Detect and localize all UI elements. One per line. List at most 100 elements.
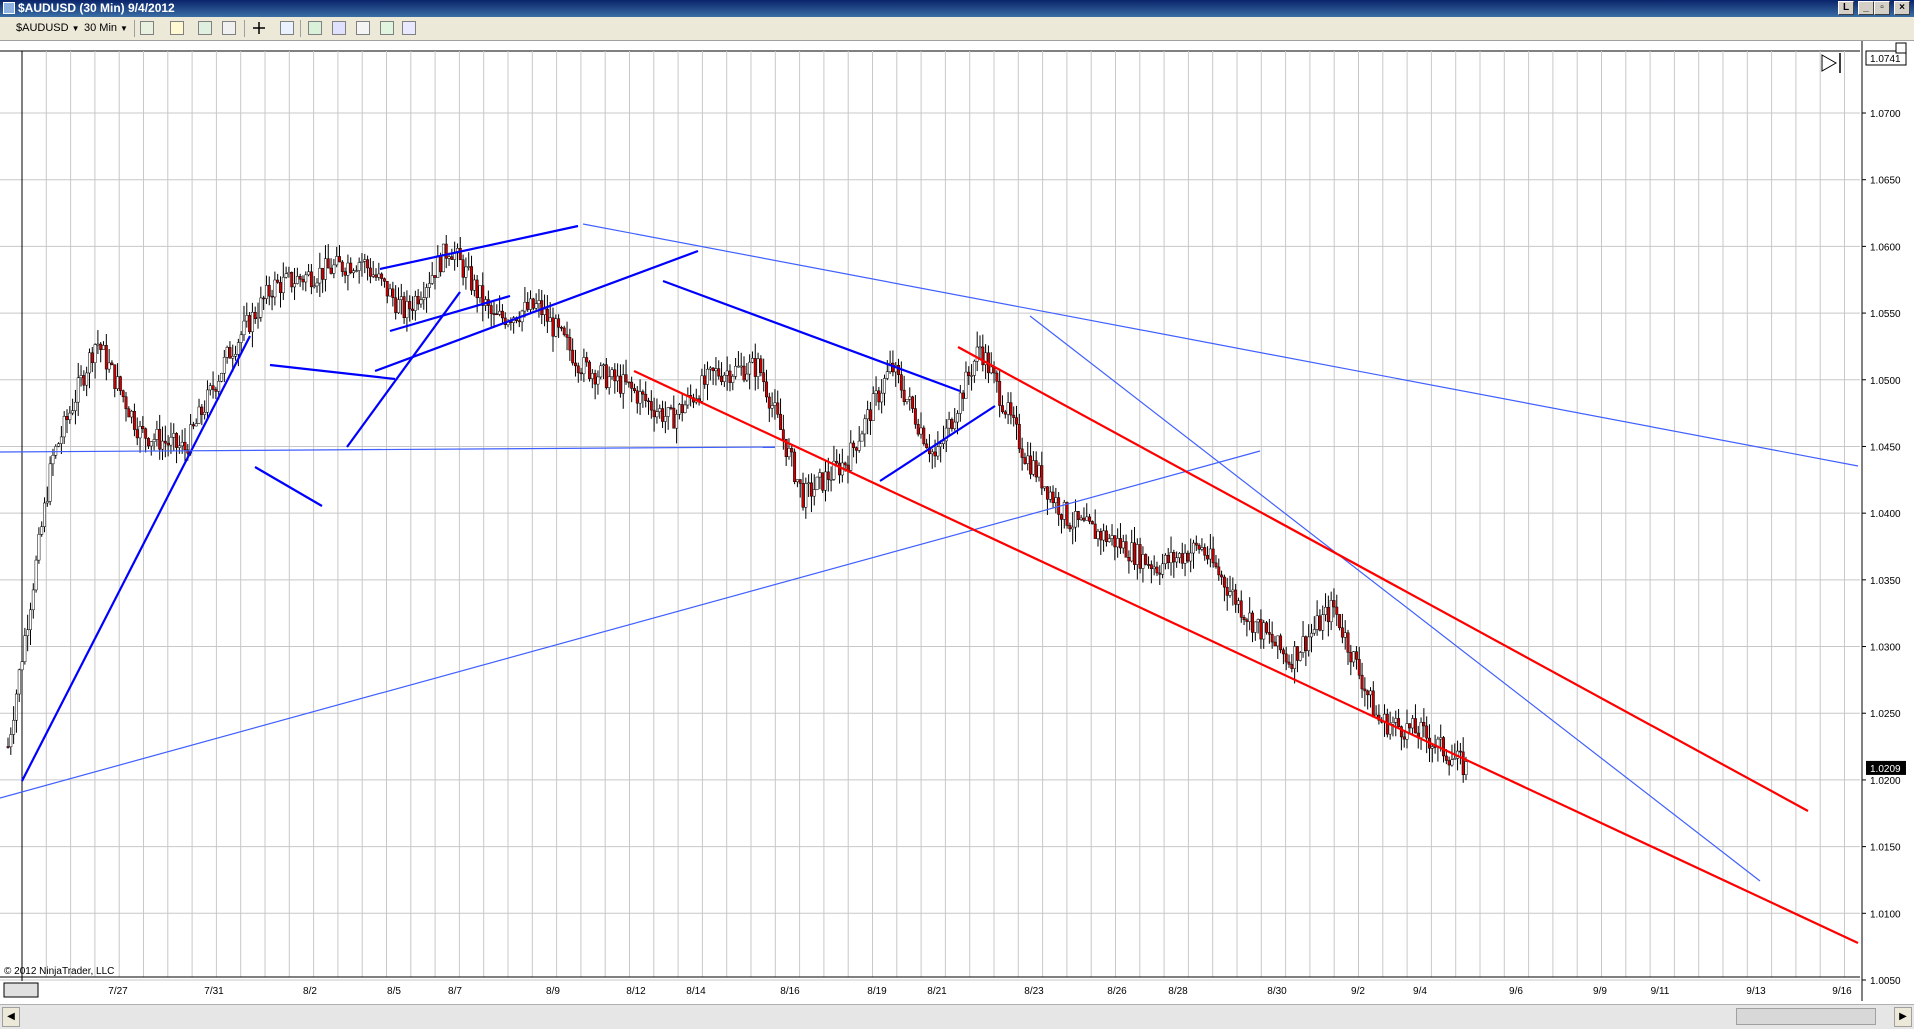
chart-trader-icon[interactable] xyxy=(198,21,212,35)
horizontal-scrollbar[interactable]: ◀ ▶ xyxy=(0,1004,1914,1029)
candle-body xyxy=(107,362,111,370)
candle-body xyxy=(644,393,648,402)
candle-body xyxy=(444,243,448,259)
candle-body xyxy=(545,308,549,322)
candle-body xyxy=(1239,600,1243,618)
candle-body xyxy=(307,271,311,276)
candle-body xyxy=(902,389,906,402)
scroll-thumb[interactable] xyxy=(1736,1008,1876,1025)
interval-selector[interactable]: 30 Min ▼ xyxy=(84,21,128,36)
candle-body xyxy=(1045,486,1049,500)
app-icon xyxy=(3,2,15,14)
candle-body xyxy=(481,285,485,306)
candle-body xyxy=(773,402,777,406)
candle-body xyxy=(357,262,361,271)
candle-body xyxy=(1197,544,1201,550)
x-tick-label: 9/11 xyxy=(1651,986,1670,997)
candle-body xyxy=(217,381,221,392)
candle-body xyxy=(557,318,561,328)
minimize-button[interactable]: _ xyxy=(1858,1,1874,15)
candle-body xyxy=(147,438,150,447)
candle-body xyxy=(293,283,296,288)
restore-button[interactable]: ▫ xyxy=(1874,1,1890,15)
zoom-in-icon[interactable] xyxy=(280,21,294,35)
candle-body xyxy=(759,358,763,373)
candle-body xyxy=(124,396,128,410)
crosshair-icon[interactable] xyxy=(252,21,266,35)
candle-body xyxy=(565,334,569,338)
x-tick-label: 7/27 xyxy=(108,986,128,997)
candle-body xyxy=(1175,557,1179,563)
instrument-selector[interactable]: $AUDUSD ▼ xyxy=(16,21,80,36)
candle-body xyxy=(270,295,274,298)
candle-body xyxy=(1186,552,1190,562)
draw-pencil-icon[interactable] xyxy=(170,21,184,35)
candle-body xyxy=(574,362,577,367)
candle-body xyxy=(253,311,257,320)
candle-body xyxy=(1023,457,1027,464)
data-box-icon[interactable] xyxy=(380,21,394,35)
candle-body xyxy=(762,372,766,383)
candle-body xyxy=(1096,531,1100,539)
candle-body xyxy=(1054,497,1058,504)
candle-body xyxy=(433,275,437,278)
y-tick-label: 1.0550 xyxy=(1870,309,1901,320)
candle-body xyxy=(630,381,634,389)
candle-body xyxy=(1155,566,1159,574)
candle-body xyxy=(706,368,709,385)
candle-body xyxy=(562,327,566,335)
candle-body xyxy=(20,661,24,671)
candle-body xyxy=(857,440,861,451)
candle-body xyxy=(734,365,738,377)
candle-body xyxy=(1006,402,1010,415)
templates-icon[interactable] xyxy=(356,21,370,35)
scroll-left-button[interactable]: ◀ xyxy=(2,1007,20,1027)
candle-body xyxy=(939,443,943,447)
candle-body xyxy=(71,410,75,414)
candle-body xyxy=(1329,600,1333,623)
link-button[interactable]: L xyxy=(1838,1,1854,15)
candle-body xyxy=(99,343,103,350)
zoom-icon[interactable] xyxy=(222,21,236,35)
candle-body xyxy=(236,342,240,355)
candle-body xyxy=(1354,651,1358,660)
candle-body xyxy=(1090,521,1094,525)
candle-body xyxy=(388,288,392,297)
candle-body xyxy=(203,411,207,415)
indicators-icon[interactable] xyxy=(308,21,322,35)
candle-body xyxy=(1276,635,1280,647)
candle-body xyxy=(419,299,423,305)
strategies-icon[interactable] xyxy=(332,21,346,35)
candle-body xyxy=(1284,653,1288,663)
bar-type-icon[interactable] xyxy=(140,21,154,35)
candle-body xyxy=(1220,574,1224,578)
candle-body xyxy=(571,349,575,364)
chart-panel[interactable]: 1.0700 1.0650 1.0600 1.0550 1.0500 1.0450 1.04… xyxy=(0,41,1914,1004)
candle-body xyxy=(1262,622,1266,640)
candle-body xyxy=(472,279,476,291)
candle-body xyxy=(585,357,589,363)
candle-body xyxy=(680,404,684,413)
close-button[interactable]: × xyxy=(1894,1,1910,15)
candle-body xyxy=(874,390,878,394)
candle-body xyxy=(467,266,471,268)
candle-body xyxy=(197,406,201,424)
candle-body xyxy=(102,345,105,350)
candle-body xyxy=(652,409,656,418)
candle-body xyxy=(1326,606,1330,623)
price-chart[interactable]: 1.0700 1.0650 1.0600 1.0550 1.0500 1.0450 1.04… xyxy=(0,41,1914,1004)
candle-body xyxy=(1172,552,1176,563)
scroll-right-button[interactable]: ▶ xyxy=(1894,1007,1912,1027)
candle-body xyxy=(422,297,426,301)
candle-body xyxy=(321,267,325,280)
candle-body xyxy=(1402,736,1406,740)
properties-icon[interactable] xyxy=(402,21,416,35)
candle-body xyxy=(1318,615,1322,631)
candle-body xyxy=(765,381,768,398)
candle-body xyxy=(795,479,799,483)
candle-body xyxy=(1099,531,1103,541)
candle-body xyxy=(368,267,372,277)
candle-body xyxy=(1366,690,1370,696)
candle-body xyxy=(1335,606,1339,615)
candle-body xyxy=(742,365,746,381)
